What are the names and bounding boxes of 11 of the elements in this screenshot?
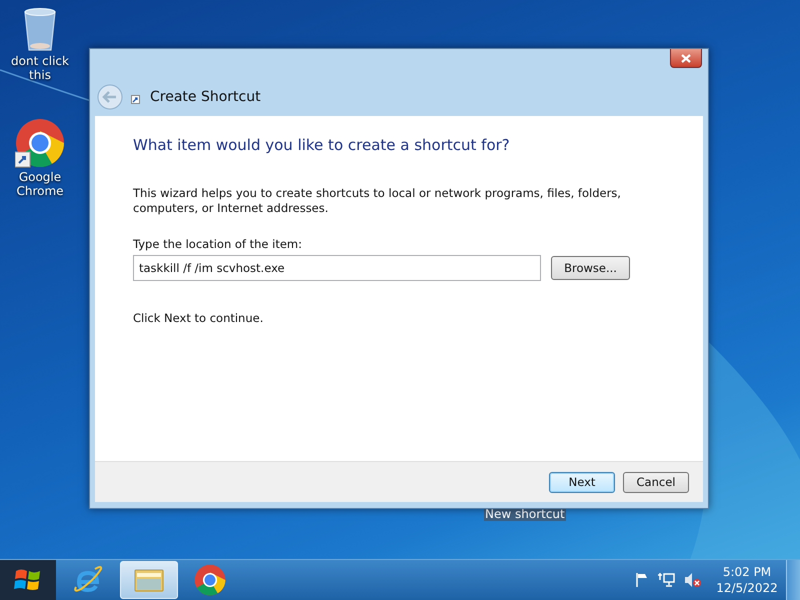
clock-time: 5:02 PM xyxy=(722,564,772,580)
flag-icon[interactable] xyxy=(634,572,650,588)
clock-date: 12/5/2022 xyxy=(716,580,778,596)
start-button[interactable] xyxy=(0,560,56,600)
clock[interactable]: 5:02 PM 12/5/2022 xyxy=(716,564,778,596)
windows-logo-icon xyxy=(14,567,42,593)
network-icon[interactable] xyxy=(658,572,676,588)
muted-speaker-icon[interactable] xyxy=(684,572,702,588)
folder-icon xyxy=(133,567,165,593)
browser-e-icon xyxy=(73,565,103,595)
chrome-icon xyxy=(194,564,226,596)
